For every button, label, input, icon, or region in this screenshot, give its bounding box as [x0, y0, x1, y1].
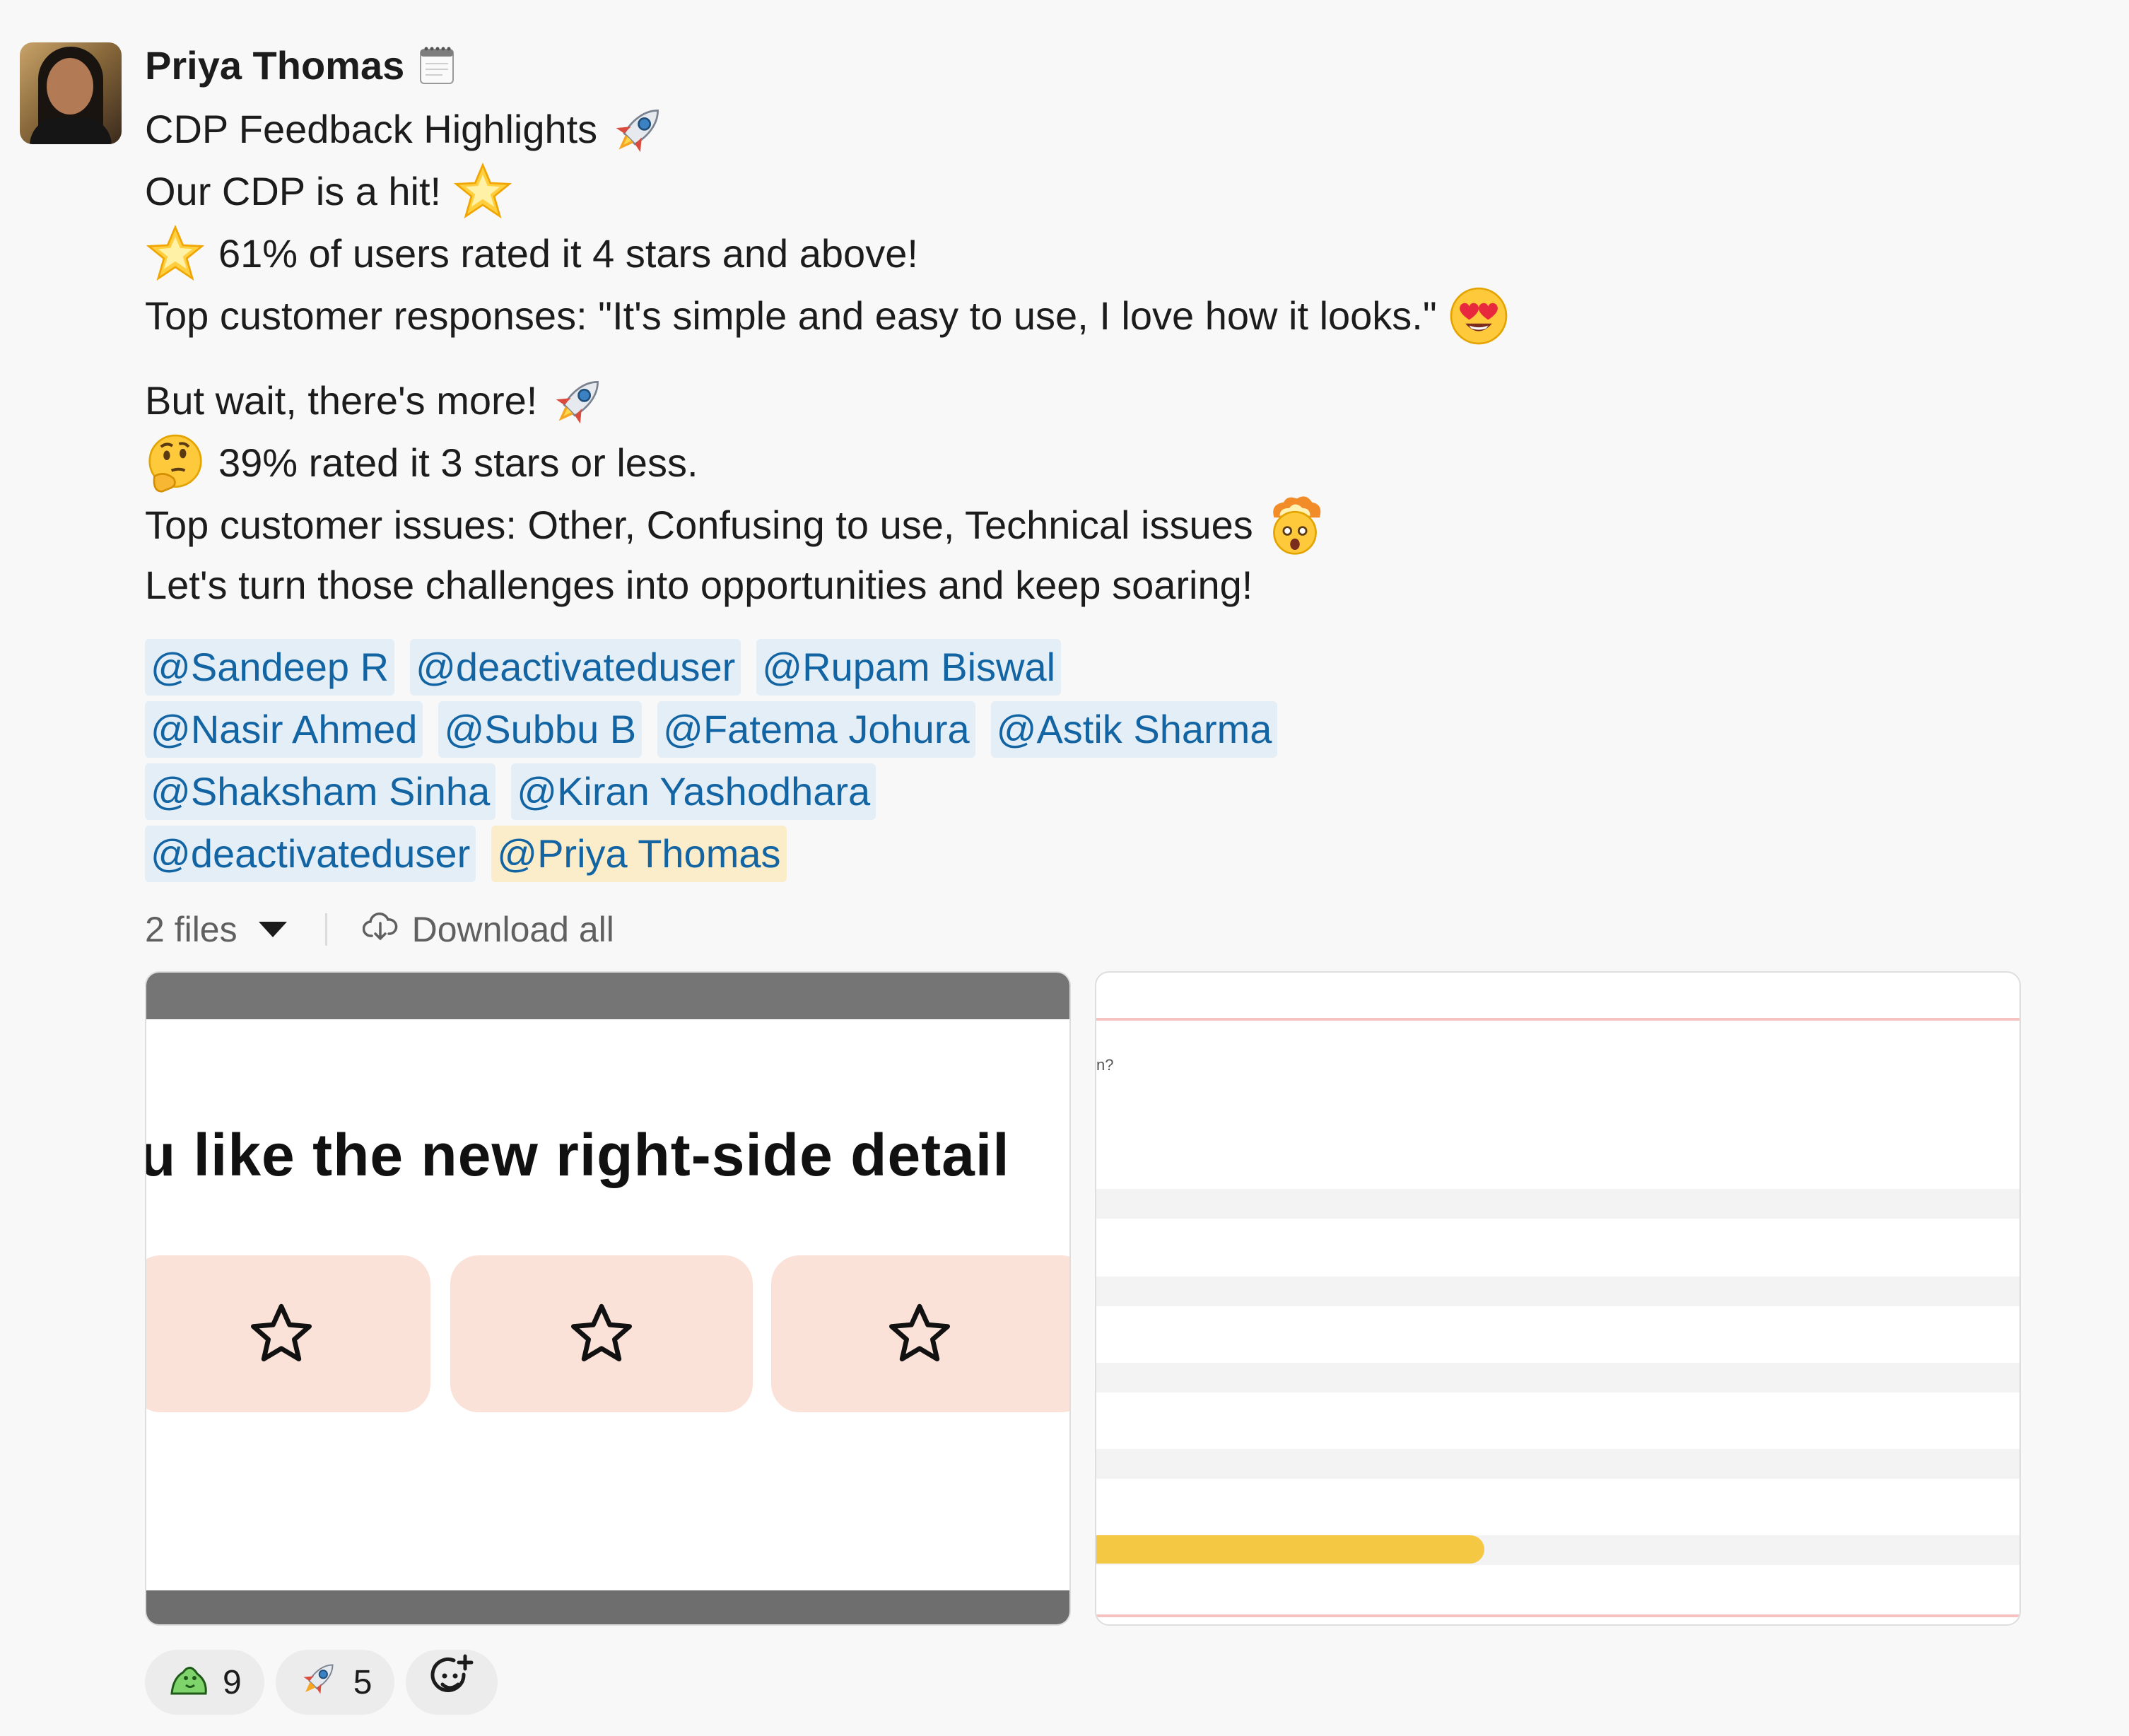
thumbnail-question-text: u like the new right-side detail: [145, 1122, 1010, 1188]
message-text: Top customer responses: "It's simple and…: [145, 293, 1437, 338]
thumbnail-header-bar: [146, 973, 1069, 1019]
cloud-download-icon: [362, 909, 398, 950]
chevron-down-icon[interactable]: [258, 922, 287, 937]
author-row: Priya Thomas: [145, 37, 455, 93]
mentions-row: @Sandeep R @deactivateduser @Rupam Biswa…: [145, 639, 1417, 696]
star-icon: [452, 161, 513, 222]
table-row: [1096, 1363, 2019, 1392]
message-text: Let's turn those challenges into opportu…: [145, 563, 1253, 607]
message-line-4: But wait, there's more!: [145, 370, 609, 431]
mention-subbu-b[interactable]: @Subbu B: [438, 701, 643, 758]
divider: [1096, 1614, 2019, 1617]
message: Priya Thomas CDP Feedback Highlights Our…: [0, 0, 2129, 1736]
reaction-party-blob[interactable]: 9: [145, 1650, 264, 1715]
download-all-button[interactable]: Download all: [362, 909, 614, 950]
thinking-face-icon: [145, 433, 206, 493]
message-text: Our CDP is a hit!: [145, 169, 442, 213]
rocket-icon: [298, 1657, 341, 1708]
message-text: 39% rated it 3 stars or less.: [218, 440, 698, 485]
party-blob-icon: [168, 1660, 210, 1705]
mentions: @Sandeep R @deactivateduser @Rupam Biswa…: [145, 639, 1417, 888]
rocket-icon: [549, 370, 609, 431]
avatar[interactable]: [20, 42, 122, 144]
file-thumbnail[interactable]: u like the new right-side detail: [145, 971, 1071, 1626]
mention-sandeep-r[interactable]: @Sandeep R: [145, 639, 395, 696]
reactions: 9 5: [145, 1650, 498, 1715]
message-line-3: Top customer responses: "It's simple and…: [145, 286, 1509, 346]
thumbnail-footer-bar: [146, 1590, 1069, 1624]
mention-kiran-yashodhara[interactable]: @Kiran Yashodhara: [511, 763, 876, 820]
message-title: CDP Feedback Highlights: [145, 107, 598, 151]
message-text: But wait, there's more!: [145, 378, 538, 423]
divider: [324, 913, 327, 946]
divider: [1096, 1018, 2019, 1021]
mention-deactivated-user[interactable]: @deactivateduser: [410, 639, 741, 696]
star-outline-icon: [889, 1303, 950, 1361]
message-line-5: 39% rated it 3 stars or less.: [145, 433, 698, 493]
star-outline-icon: [251, 1303, 312, 1361]
message-line-6: Top customer issues: Other, Confusing to…: [145, 495, 1325, 556]
message-line-1: Our CDP is a hit!: [145, 161, 513, 222]
message-title-line: CDP Feedback Highlights: [145, 99, 669, 160]
message-line-2: 61% of users rated it 4 stars and above!: [145, 223, 918, 284]
star-icon: [145, 223, 206, 284]
table-row: [1096, 1449, 2019, 1479]
notepad-icon[interactable]: [418, 45, 455, 85]
mentions-row: @Nasir Ahmed @Subbu B @Fatema Johura @As…: [145, 701, 1417, 758]
star-outline-icon: [571, 1303, 632, 1361]
mention-rupam-biswal[interactable]: @Rupam Biswal: [756, 639, 1062, 696]
rating-star-card: [146, 1255, 430, 1412]
add-reaction-button[interactable]: [406, 1650, 498, 1715]
reaction-count: 5: [353, 1663, 373, 1701]
progress-bar: [1096, 1535, 1484, 1564]
download-all-label: Download all: [411, 910, 614, 949]
message-text: Top customer issues: Other, Confusing to…: [145, 503, 1253, 547]
rating-star-card: [450, 1255, 753, 1412]
exploding-head-icon: [1265, 495, 1325, 556]
author-name[interactable]: Priya Thomas: [145, 42, 404, 88]
table-row: [1096, 1277, 2019, 1306]
file-thumbnail[interactable]: n?: [1095, 971, 2021, 1626]
table-row: [1096, 1189, 2019, 1219]
message-text: 61% of users rated it 4 stars and above!: [218, 231, 918, 276]
mention-nasir-ahmed[interactable]: @Nasir Ahmed: [145, 701, 423, 758]
mention-astik-sharma[interactable]: @Astik Sharma: [990, 701, 1278, 758]
reaction-count: 9: [223, 1663, 242, 1701]
mention-priya-thomas[interactable]: @Priya Thomas: [491, 826, 787, 882]
rocket-icon: [609, 99, 669, 160]
mention-fatema-johura[interactable]: @Fatema Johura: [657, 701, 975, 758]
mentions-row: @Shaksham Sinha @Kiran Yashodhara: [145, 763, 1417, 820]
message-line-7: Let's turn those challenges into opportu…: [145, 557, 1253, 614]
mention-shaksham-sinha[interactable]: @Shaksham Sinha: [145, 763, 496, 820]
files-count[interactable]: 2 files: [145, 909, 237, 950]
files-bar: 2 files Download all: [145, 905, 614, 954]
mentions-row: @deactivateduser @Priya Thomas: [145, 826, 1417, 882]
thumbnail-question-fragment: n?: [1096, 1056, 1114, 1074]
rating-star-card: [771, 1255, 1069, 1412]
add-emoji-icon: [427, 1653, 476, 1711]
heart-eyes-icon: [1448, 286, 1509, 346]
mention-deactivated-user[interactable]: @deactivateduser: [145, 826, 476, 882]
reaction-rocket[interactable]: 5: [275, 1650, 395, 1715]
